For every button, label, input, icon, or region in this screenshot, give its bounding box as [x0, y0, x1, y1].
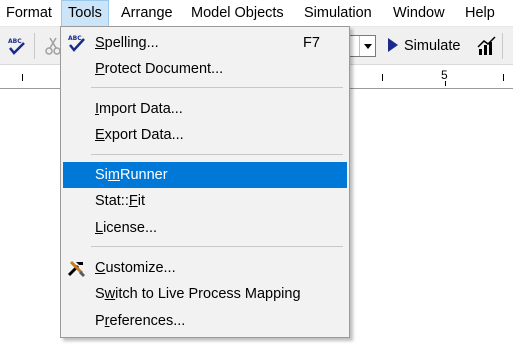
simulate-button[interactable]: Simulate [388, 35, 460, 57]
play-icon [388, 38, 398, 52]
menu-window[interactable]: Window [387, 0, 451, 27]
menu-item-protect-document[interactable]: Protect Document... [63, 56, 347, 82]
menu-item-label: Export Data... [95, 127, 184, 143]
menu-item-license[interactable]: License... [63, 215, 347, 241]
tools-menu: ABC Spelling... F7 Protect Document... I… [60, 26, 350, 338]
spell-check-icon: ABC [67, 33, 87, 53]
menu-item-label: Switch to Live Process Mapping [95, 286, 301, 302]
menu-item-label: License... [95, 220, 158, 236]
menu-item-customize[interactable]: Customize... [63, 255, 347, 281]
svg-text:ABC: ABC [8, 38, 22, 45]
menu-item-label: SimRunner [95, 167, 168, 183]
menu-arrange[interactable]: Arrange [115, 0, 179, 27]
menu-separator [91, 246, 343, 247]
svg-text:ABC: ABC [68, 35, 82, 42]
ruler-tick [22, 74, 23, 81]
chevron-down-icon[interactable] [359, 36, 375, 56]
menu-item-label: Spelling... [95, 35, 159, 51]
simulate-label: Simulate [404, 38, 461, 54]
spell-check-icon[interactable]: ABC [6, 35, 28, 57]
ruler-number: 5 [441, 68, 448, 82]
menu-simulation[interactable]: Simulation [298, 0, 378, 27]
menu-help[interactable]: Help [459, 0, 501, 27]
menu-model-objects[interactable]: Model Objects [185, 0, 290, 27]
menu-tools[interactable]: Tools [61, 0, 109, 27]
menu-separator [91, 154, 343, 155]
chart-icon[interactable] [476, 35, 498, 57]
menu-separator [91, 87, 343, 88]
ruler-tick [382, 74, 383, 81]
ruler-tick [503, 74, 504, 81]
menu-item-label: Protect Document... [95, 61, 224, 77]
customize-tools-icon [67, 258, 87, 278]
menu-item-import-data[interactable]: Import Data... [63, 96, 347, 122]
menu-item-label: Preferences... [95, 313, 186, 329]
toolbar-separator [34, 33, 35, 59]
menu-item-simrunner[interactable]: SimRunner [63, 162, 347, 188]
menu-item-export-data[interactable]: Export Data... [63, 122, 347, 148]
menu-item-live-process-mapping[interactable]: Switch to Live Process Mapping [63, 281, 347, 307]
menu-item-statfit[interactable]: Stat::Fit [63, 188, 347, 214]
menu-item-shortcut: F7 [303, 35, 320, 51]
toolbar-separator [502, 33, 503, 59]
menu-bar: Format Tools Arrange Model Objects Simul… [0, 0, 513, 27]
menu-item-label: Import Data... [95, 101, 183, 117]
menu-item-spelling[interactable]: ABC Spelling... F7 [63, 30, 347, 56]
menu-item-label: Customize... [95, 260, 176, 276]
menu-item-preferences[interactable]: Preferences... [63, 308, 347, 334]
menu-format[interactable]: Format [0, 0, 58, 27]
menu-item-label: Stat::Fit [95, 193, 145, 209]
ruler-tick [445, 81, 446, 86]
